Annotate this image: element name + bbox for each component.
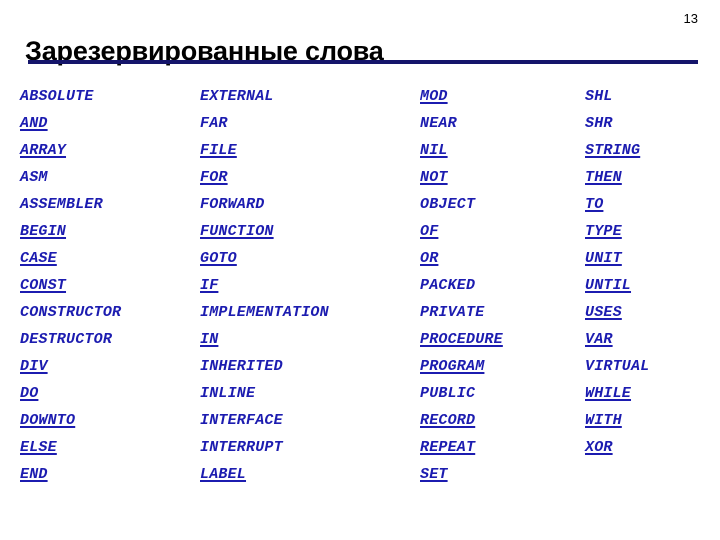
reserved-word: OF <box>420 223 439 240</box>
reserved-word: SHR <box>585 115 613 132</box>
reserved-word: OR <box>420 250 439 267</box>
reserved-word: GOTO <box>200 250 237 267</box>
reserved-word: CASE <box>20 250 57 267</box>
reserved-word: INTERFACE <box>200 412 283 429</box>
reserved-word: ELSE <box>20 439 57 456</box>
reserved-word: PROCEDURE <box>420 331 503 348</box>
reserved-word: FOR <box>200 169 228 186</box>
reserved-word: TO <box>585 196 604 213</box>
reserved-word: PRIVATE <box>420 304 485 321</box>
reserved-word: UNTIL <box>585 277 632 294</box>
reserved-word: OBJECT <box>420 196 476 213</box>
reserved-words-grid: ABSOLUTE AND ARRAY ASM ASSEMBLER BEGIN CASE CON… <box>0 83 720 488</box>
keyword-column-4: SHL SHR STRING THEN TO TYPE UNIT UNTIL USES VAR VI… <box>585 83 720 488</box>
reserved-word: CONSTRUCTOR <box>20 304 122 321</box>
reserved-word: INHERITED <box>200 358 283 375</box>
reserved-word: NEAR <box>420 115 457 132</box>
reserved-word: PUBLIC <box>420 385 476 402</box>
reserved-word: FAR <box>200 115 228 132</box>
reserved-word: XOR <box>585 439 613 456</box>
reserved-word: UNIT <box>585 250 622 267</box>
reserved-word: STRING <box>585 142 641 159</box>
reserved-word: AND <box>20 115 48 132</box>
keyword-column-3: MOD NEAR NIL NOT OBJECT OF OR PACKED PRIVATE PROC… <box>420 83 585 488</box>
reserved-word: IF <box>200 277 219 294</box>
reserved-word: USES <box>585 304 622 321</box>
reserved-word: DO <box>20 385 39 402</box>
reserved-word: FILE <box>200 142 237 159</box>
reserved-word: IN <box>200 331 219 348</box>
reserved-word: VAR <box>585 331 613 348</box>
reserved-word: PROGRAM <box>420 358 485 375</box>
reserved-word: CONST <box>20 277 67 294</box>
reserved-word: WITH <box>585 412 622 429</box>
reserved-word: MOD <box>420 88 448 105</box>
reserved-word: WHILE <box>585 385 632 402</box>
slide-root: 13 Зарезервированные слова ABSOLUTE AND AR… <box>0 0 720 540</box>
reserved-word: EXTERNAL <box>200 88 274 105</box>
reserved-word: INLINE <box>200 385 256 402</box>
reserved-word: LABEL <box>200 466 247 483</box>
title-divider <box>28 60 698 64</box>
reserved-word: INTERRUPT <box>200 439 283 456</box>
keyword-column-1: ABSOLUTE AND ARRAY ASM ASSEMBLER BEGIN CASE CON… <box>0 83 200 488</box>
reserved-word: ASSEMBLER <box>20 196 103 213</box>
reserved-word: NIL <box>420 142 448 159</box>
slide-number: 13 <box>683 11 698 26</box>
reserved-word: ABSOLUTE <box>20 88 94 105</box>
reserved-word: VIRTUAL <box>585 358 650 375</box>
reserved-word: TYPE <box>585 223 622 240</box>
reserved-word: FORWARD <box>200 196 265 213</box>
reserved-word: IMPLEMENTATION <box>200 304 329 321</box>
reserved-word: FUNCTION <box>200 223 274 240</box>
reserved-word: ASM <box>20 169 48 186</box>
reserved-word: REPEAT <box>420 439 476 456</box>
reserved-word: SET <box>420 466 448 483</box>
reserved-word: SHL <box>585 88 613 105</box>
reserved-word: THEN <box>585 169 622 186</box>
reserved-word: ARRAY <box>20 142 67 159</box>
reserved-word: RECORD <box>420 412 476 429</box>
keyword-column-2: EXTERNAL FAR FILE FOR FORWARD FUNCTION GOTO IF I… <box>200 83 420 488</box>
reserved-word: BEGIN <box>20 223 67 240</box>
reserved-word: DOWNTO <box>20 412 76 429</box>
reserved-word: DESTRUCTOR <box>20 331 113 348</box>
reserved-word: DIV <box>20 358 48 375</box>
reserved-word: PACKED <box>420 277 476 294</box>
reserved-word: NOT <box>420 169 448 186</box>
reserved-word: END <box>20 466 48 483</box>
